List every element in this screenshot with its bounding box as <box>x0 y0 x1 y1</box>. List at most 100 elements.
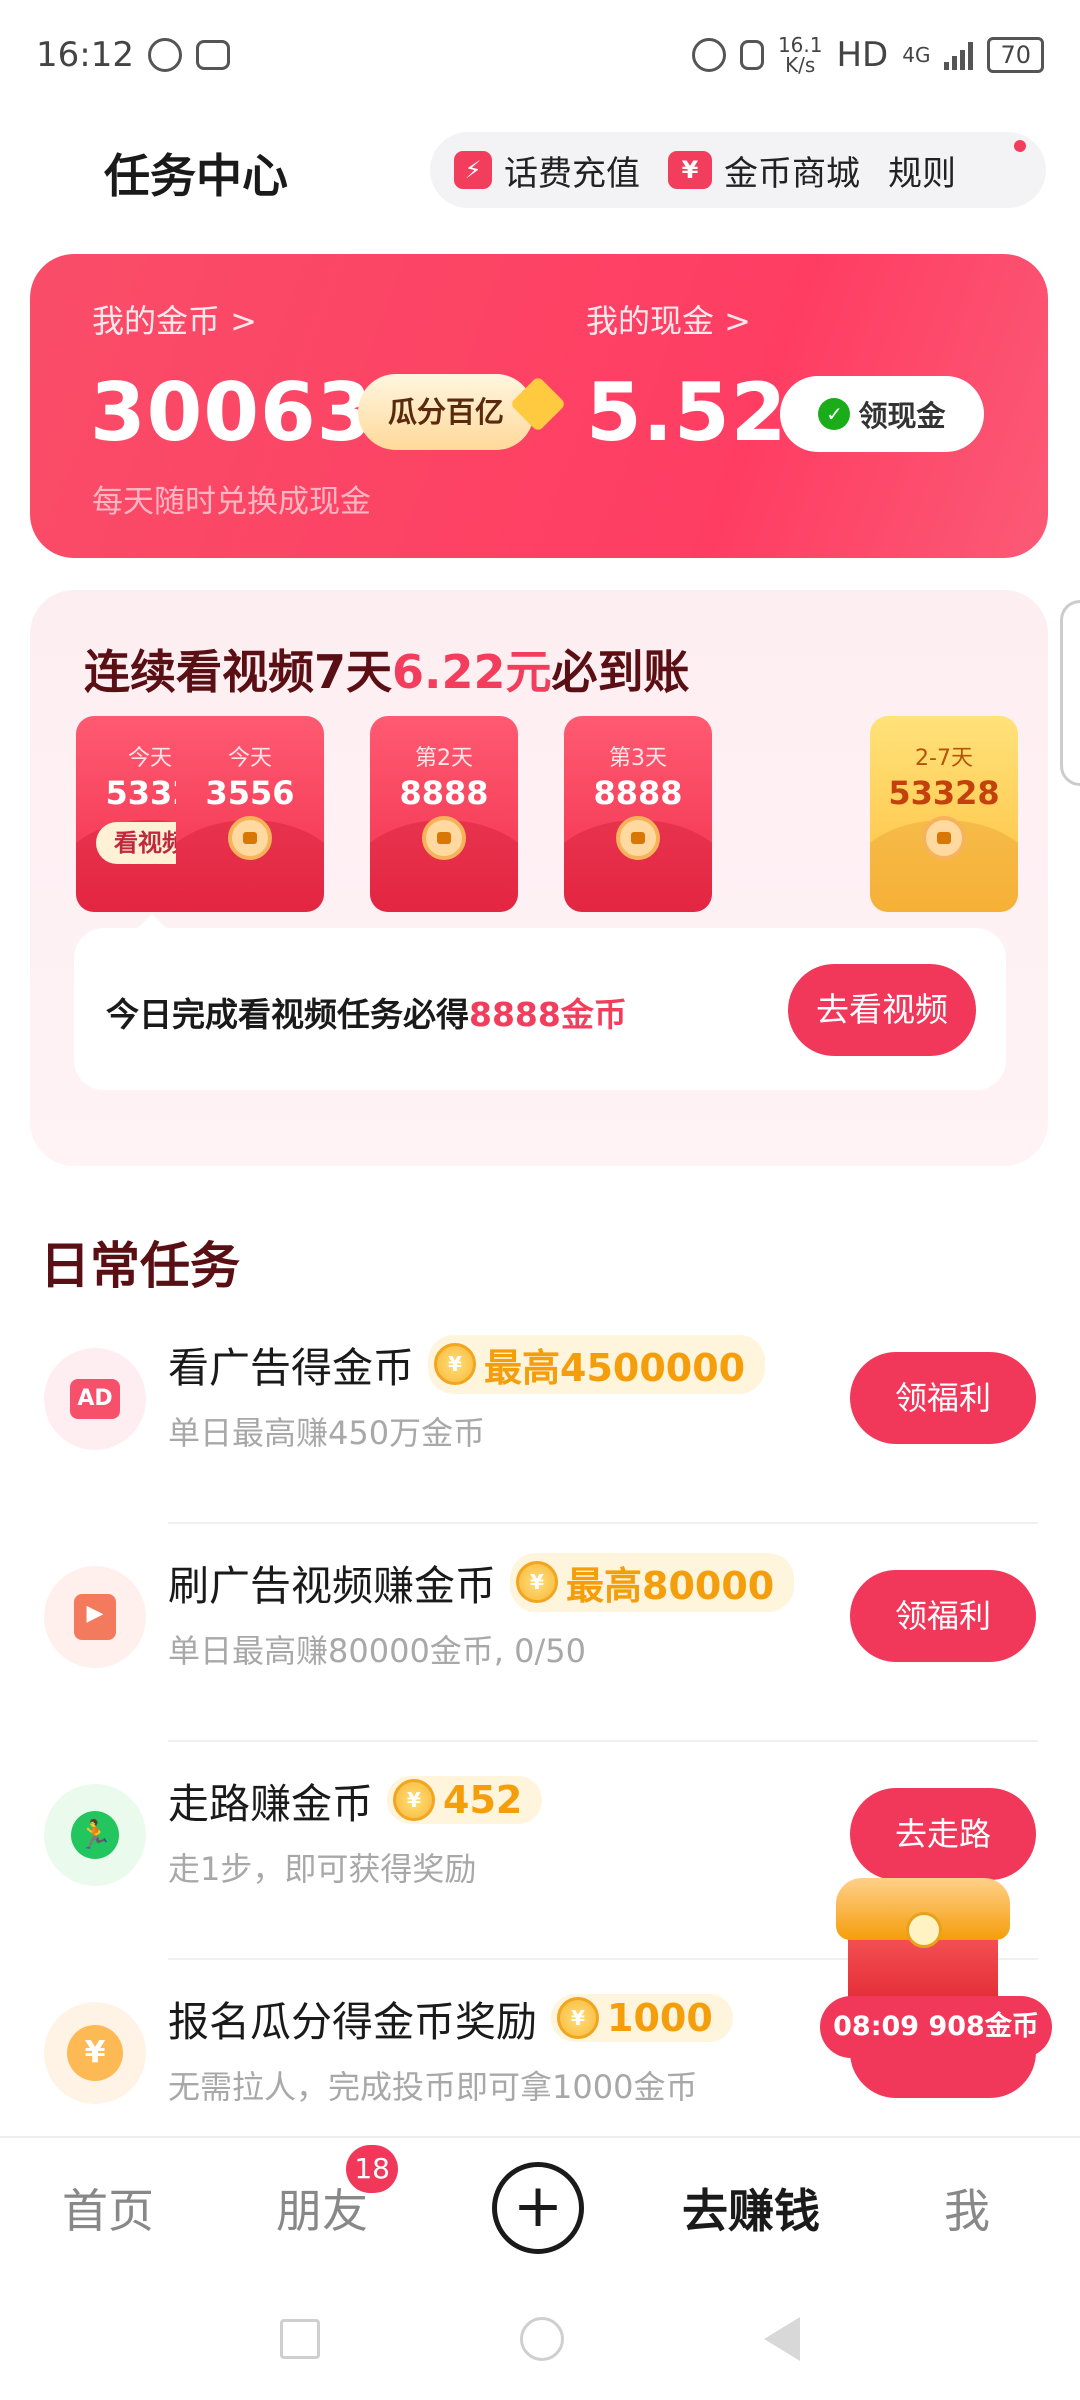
nav-me[interactable]: 我 <box>944 2175 990 2241</box>
go-walk-button[interactable]: 去走路 <box>850 1788 1036 1880</box>
mall-link[interactable]: ¥ 金币商城 <box>668 146 860 195</box>
reward-value: 最高4500000 <box>484 1345 746 1390</box>
header-pills: ⚡ 话费充值 ¥ 金币商城 规则 <box>430 132 1046 208</box>
nav-friends-label: 朋友 <box>276 2184 368 2238</box>
claim-benefit-button[interactable]: 领福利 <box>850 1570 1036 1662</box>
task-desc: 无需拉人，完成投币即可拿1000金币 <box>168 2068 698 2106</box>
envelope-day-label: 今天 <box>227 746 272 771</box>
nav-earn[interactable]: 去赚钱 <box>682 2175 820 2241</box>
reward-pill: ¥1000 <box>551 1994 733 2042</box>
floating-red-packet[interactable]: 08:09 908金币 <box>820 1878 1052 2058</box>
task-name: 刷广告视频赚金币 ¥ 最高80000 <box>168 1552 795 1612</box>
coin-icon: ¥ <box>516 1561 558 1603</box>
coins-value: 30063 <box>90 366 374 459</box>
video-task-text: 今日完成看视频任务必得8888金币 <box>106 988 627 1036</box>
claim-benefit-button[interactable]: 领福利 <box>850 1352 1036 1444</box>
envelope-day-2[interactable]: 第2天 8888 <box>370 716 518 912</box>
reward-pill: ¥ 最高4500000 <box>428 1334 766 1394</box>
streak-title: 连续看视频7天6.22元必到账 <box>84 636 690 702</box>
task-name-text: 刷广告视频赚金币 <box>168 1562 496 1610</box>
back-icon[interactable] <box>764 2317 800 2361</box>
envelope-day-label: 第2天 <box>415 746 473 771</box>
hd-indicator: HD <box>836 35 889 75</box>
status-bar: 16:12 16.1 K/s HD 4G 70 <box>0 0 1080 110</box>
my-cash-link[interactable]: 我的现金 > <box>586 296 751 342</box>
coin-icon: ¥ <box>434 1343 476 1385</box>
reward-value: 1000 <box>607 1996 713 2040</box>
pointer-arrow <box>138 914 166 928</box>
streak-title-highlight: 6.22元 <box>392 645 552 699</box>
message-icon <box>147 38 182 72</box>
daily-tasks-title: 日常任务 <box>40 1237 240 1295</box>
rules-link[interactable]: 规则 <box>888 146 956 195</box>
running-glyph: 🏃 <box>71 1811 119 1859</box>
split-label: 瓜分百亿 <box>387 395 504 429</box>
lightning-icon: ⚡ <box>454 151 492 189</box>
ad-icon-label: AD <box>70 1379 120 1419</box>
envelope-amount: 53328 <box>888 774 1000 812</box>
task-desc: 走1步，即可获得奖励 <box>168 1850 477 1888</box>
watch-video-button[interactable]: 去看视频 <box>788 964 976 1056</box>
video-task-highlight: 8888金币 <box>469 995 627 1034</box>
claim-cash-button[interactable]: ✓ 领现金 <box>780 376 984 452</box>
reward-value: 452 <box>443 1778 523 1822</box>
nav-friends[interactable]: 朋友 18 <box>276 2145 398 2241</box>
nav-home[interactable]: 首页 <box>62 2175 154 2241</box>
red-packet-timer: 08:09 908金币 <box>820 1996 1052 2058</box>
ad-icon: AD <box>44 1348 146 1450</box>
lock-icon <box>616 816 660 860</box>
yuan-ticket-icon: ¥ <box>668 151 712 189</box>
coin-icon: ¥ <box>557 1997 599 2039</box>
task-desc: 单日最高赚450万金币 <box>168 1414 486 1452</box>
task-name-text: 走路赚金币 <box>168 1780 373 1828</box>
wechat-icon: ✓ <box>818 398 851 430</box>
envelope-amount: 8888 <box>399 774 489 812</box>
lock-icon <box>922 816 966 860</box>
recharge-label: 话费充值 <box>504 153 640 194</box>
task-name: 看广告得金币 ¥ 最高4500000 <box>168 1334 766 1394</box>
task-row-video: ▶ 刷广告视频赚金币 ¥ 最高80000 单日最高赚80000金币, 0/50 领… <box>0 1524 1080 1742</box>
battery-indicator: 70 <box>987 37 1044 73</box>
lock-icon <box>422 816 466 860</box>
envelope-day-3[interactable]: 第3天 8888 <box>564 716 712 912</box>
nav-home-label: 首页 <box>62 2184 154 2238</box>
coin-card: 我的金币 > 30063 瓜分百亿 我的现金 > 5.52 ✓ 领现金 每天随时… <box>30 254 1048 558</box>
video-play-glyph: ▶ <box>74 1594 116 1640</box>
video-task-box: 今日完成看视频任务必得8888金币 去看视频 <box>74 928 1006 1090</box>
envelope-amount: 3556 <box>205 774 295 812</box>
running-man-icon: 🏃 <box>44 1784 146 1886</box>
network-type: 4G <box>902 43 931 67</box>
split-button[interactable]: 瓜分百亿 <box>358 374 567 450</box>
reward-pill: ¥ 最高80000 <box>510 1552 795 1612</box>
header: 任务中心 ⚡ 话费充值 ¥ 金币商城 规则 <box>0 120 1080 220</box>
friends-badge: 18 <box>346 2145 398 2193</box>
page-title: 任务中心 <box>104 149 288 203</box>
vibrate-icon <box>739 40 764 70</box>
rules-label: 规则 <box>888 153 956 194</box>
recent-apps-icon[interactable] <box>280 2319 320 2359</box>
mall-label: 金币商城 <box>724 153 860 194</box>
side-drawer-handle[interactable] <box>1060 600 1080 786</box>
home-icon[interactable] <box>520 2317 564 2361</box>
nav-earn-label: 去赚钱 <box>682 2184 820 2238</box>
signal-icon <box>944 40 974 70</box>
envelope-today-locked[interactable]: 今天 3556 <box>176 716 324 912</box>
streak-panel: 连续看视频7天6.22元必到账 今天 5332 看视频 今天 3556 第2天 … <box>30 590 1048 1166</box>
recharge-link[interactable]: ⚡ 话费充值 <box>454 146 640 195</box>
task-name: 走路赚金币 ¥452 <box>168 1770 543 1830</box>
publish-plus-button[interactable]: + <box>492 2162 584 2254</box>
task-row-ad: AD 看广告得金币 ¥ 最高4500000 单日最高赚450万金币 领福利 <box>0 1306 1080 1524</box>
clock: 16:12 <box>36 35 134 75</box>
my-coins-link[interactable]: 我的金币 > <box>92 296 257 342</box>
envelope-day-2-7[interactable]: 2-7天 53328 <box>870 716 1018 912</box>
gallery-icon <box>195 40 230 70</box>
bottom-nav: 首页 朋友 18 + 去赚钱 我 <box>0 2136 1080 2278</box>
claim-cash-label: 领现金 <box>858 399 946 433</box>
nav-me-label: 我 <box>944 2184 990 2238</box>
streak-title-prefix: 连续看视频7天 <box>84 645 393 699</box>
task-name: 报名瓜分得金币奖励 ¥1000 <box>168 1988 733 2048</box>
sparkle-icon <box>509 375 567 433</box>
coins-subtitle: 每天随时兑换成现金 <box>92 484 371 520</box>
video-task-prefix: 今日完成看视频任务必得 <box>106 995 469 1034</box>
yuan-coin-icon: ¥ <box>44 2002 146 2104</box>
